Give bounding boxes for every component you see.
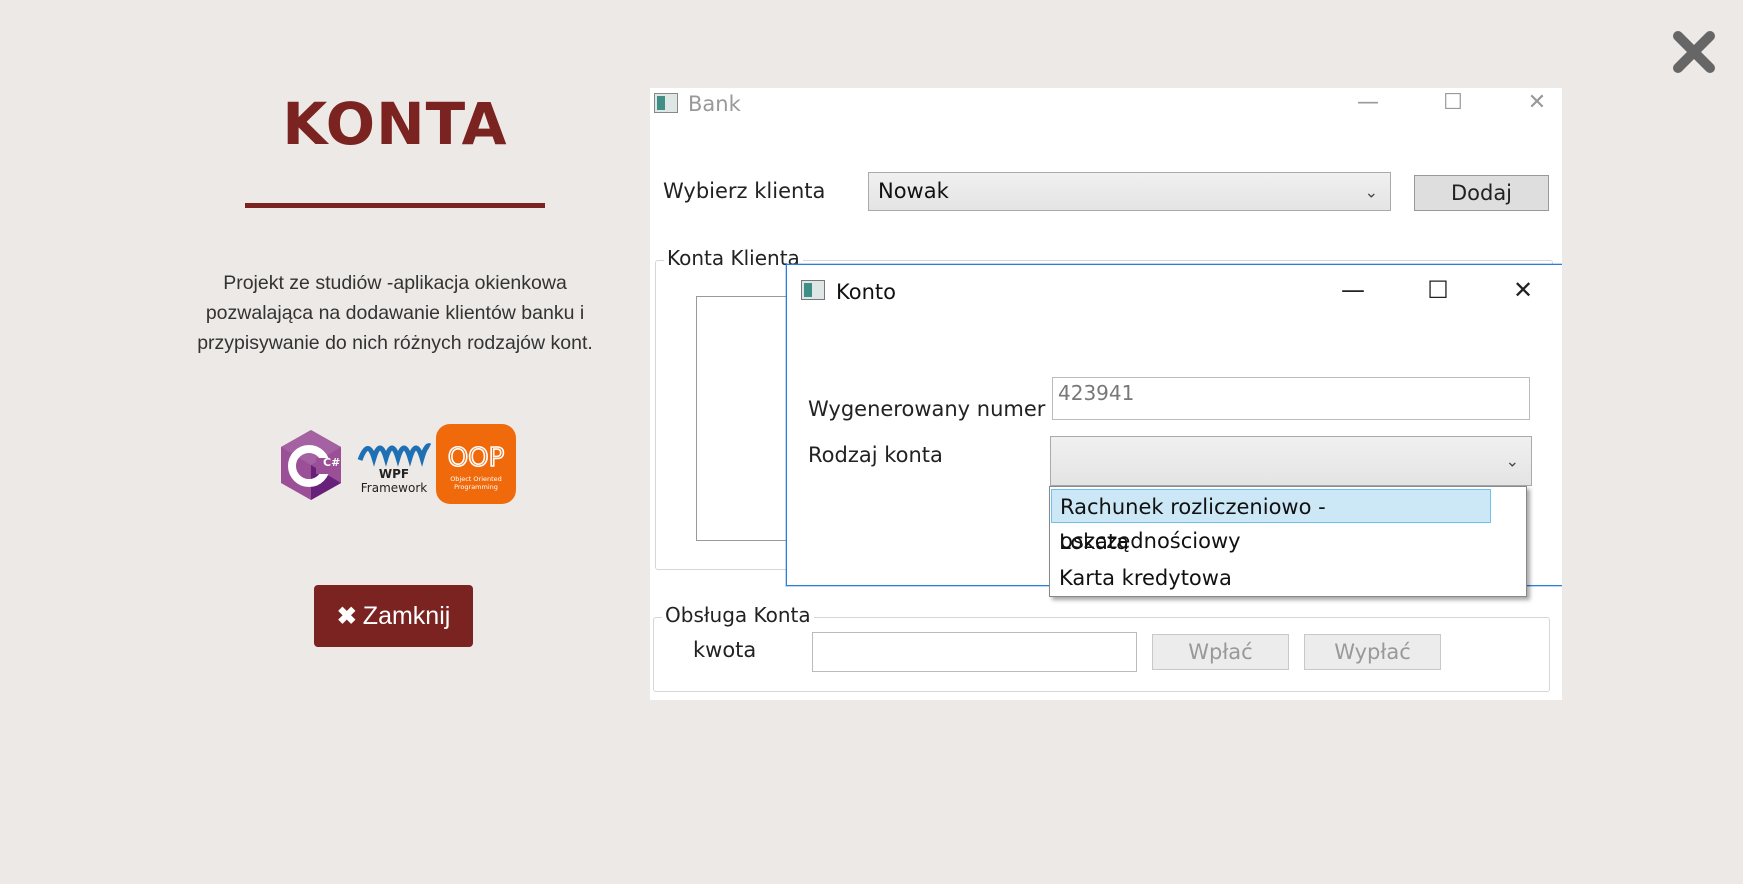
page-title: KONTA	[282, 90, 508, 158]
close-icon[interactable]	[1668, 26, 1720, 78]
account-type-label: Rodzaj konta	[808, 443, 943, 467]
minimize-icon[interactable]: —	[1348, 88, 1388, 118]
csharp-logo-text: C#	[323, 456, 340, 469]
tech-logos: C# WPF Framework OOP Object Oriented Pro…	[278, 424, 518, 506]
description-line: pozwalająca na dodawanie klientów banku …	[205, 301, 585, 324]
client-accounts-group-label: Konta Klienta	[664, 246, 803, 270]
account-type-option[interactable]: Lokata	[1051, 525, 1521, 559]
client-label: Wybierz klienta	[663, 179, 826, 203]
title-divider	[245, 202, 545, 208]
deposit-button[interactable]: Wpłać	[1152, 634, 1289, 670]
account-type-select[interactable]: ⌄	[1050, 436, 1532, 486]
amount-label: kwota	[693, 638, 757, 662]
svg-text:Object Oriented: Object Oriented	[450, 475, 502, 483]
wpf-logo: WPF Framework	[357, 443, 432, 495]
account-type-option[interactable]: Karta kredytowa	[1051, 561, 1521, 595]
amount-input[interactable]	[812, 632, 1137, 672]
oop-logo: OOP Object Oriented Programming	[436, 424, 516, 504]
description-line: przypisywanie do nich różnych rodzajów k…	[197, 331, 593, 354]
close-button[interactable]: ✖ Zamknij	[314, 585, 473, 647]
project-description: Projekt ze studiów -aplikacja okienkowa …	[180, 268, 610, 358]
account-number-field[interactable]: 423941	[1052, 377, 1530, 420]
client-accounts-list[interactable]	[696, 296, 796, 541]
maximize-icon[interactable]: ☐	[1418, 275, 1458, 305]
svg-text:Framework: Framework	[361, 481, 427, 495]
app-screenshot: Bank — ☐ ✕ Wybierz klienta Nowak ⌄ Dodaj…	[650, 88, 1562, 700]
csharp-logo: C#	[281, 430, 341, 500]
project-info-panel: KONTA Projekt ze studiów -aplikacja okie…	[180, 80, 610, 358]
oop-logo-text: OOP	[448, 443, 505, 473]
description-line: Projekt ze studiów -aplikacja okienkowa	[223, 271, 567, 294]
app-icon	[801, 280, 825, 300]
client-select-value: Nowak	[878, 179, 949, 203]
add-client-button[interactable]: Dodaj	[1414, 175, 1549, 211]
account-service-group-label: Obsługa Konta	[662, 603, 814, 627]
account-dialog-title: Konto	[836, 280, 896, 304]
chevron-down-icon: ⌄	[1505, 451, 1519, 471]
close-icon: ✖	[336, 602, 357, 630]
svg-text:Programming: Programming	[454, 483, 498, 491]
bank-window-title: Bank	[688, 92, 741, 116]
account-number-label: Wygenerowany numer	[808, 397, 1046, 421]
account-type-dropdown: Rachunek rozliczeniowo - oszczędnościowy…	[1049, 486, 1527, 597]
close-window-icon[interactable]: ✕	[1503, 275, 1543, 305]
minimize-icon[interactable]: —	[1333, 275, 1373, 305]
withdraw-button[interactable]: Wypłać	[1304, 634, 1441, 670]
close-button-label: Zamknij	[362, 601, 451, 630]
chevron-down-icon: ⌄	[1364, 182, 1378, 201]
client-select[interactable]: Nowak ⌄	[868, 172, 1391, 211]
svg-text:WPF: WPF	[379, 467, 409, 481]
close-window-icon[interactable]: ✕	[1517, 88, 1557, 118]
app-icon	[654, 93, 678, 113]
maximize-icon[interactable]: ☐	[1433, 88, 1473, 118]
account-type-option[interactable]: Rachunek rozliczeniowo - oszczędnościowy	[1051, 489, 1491, 553]
